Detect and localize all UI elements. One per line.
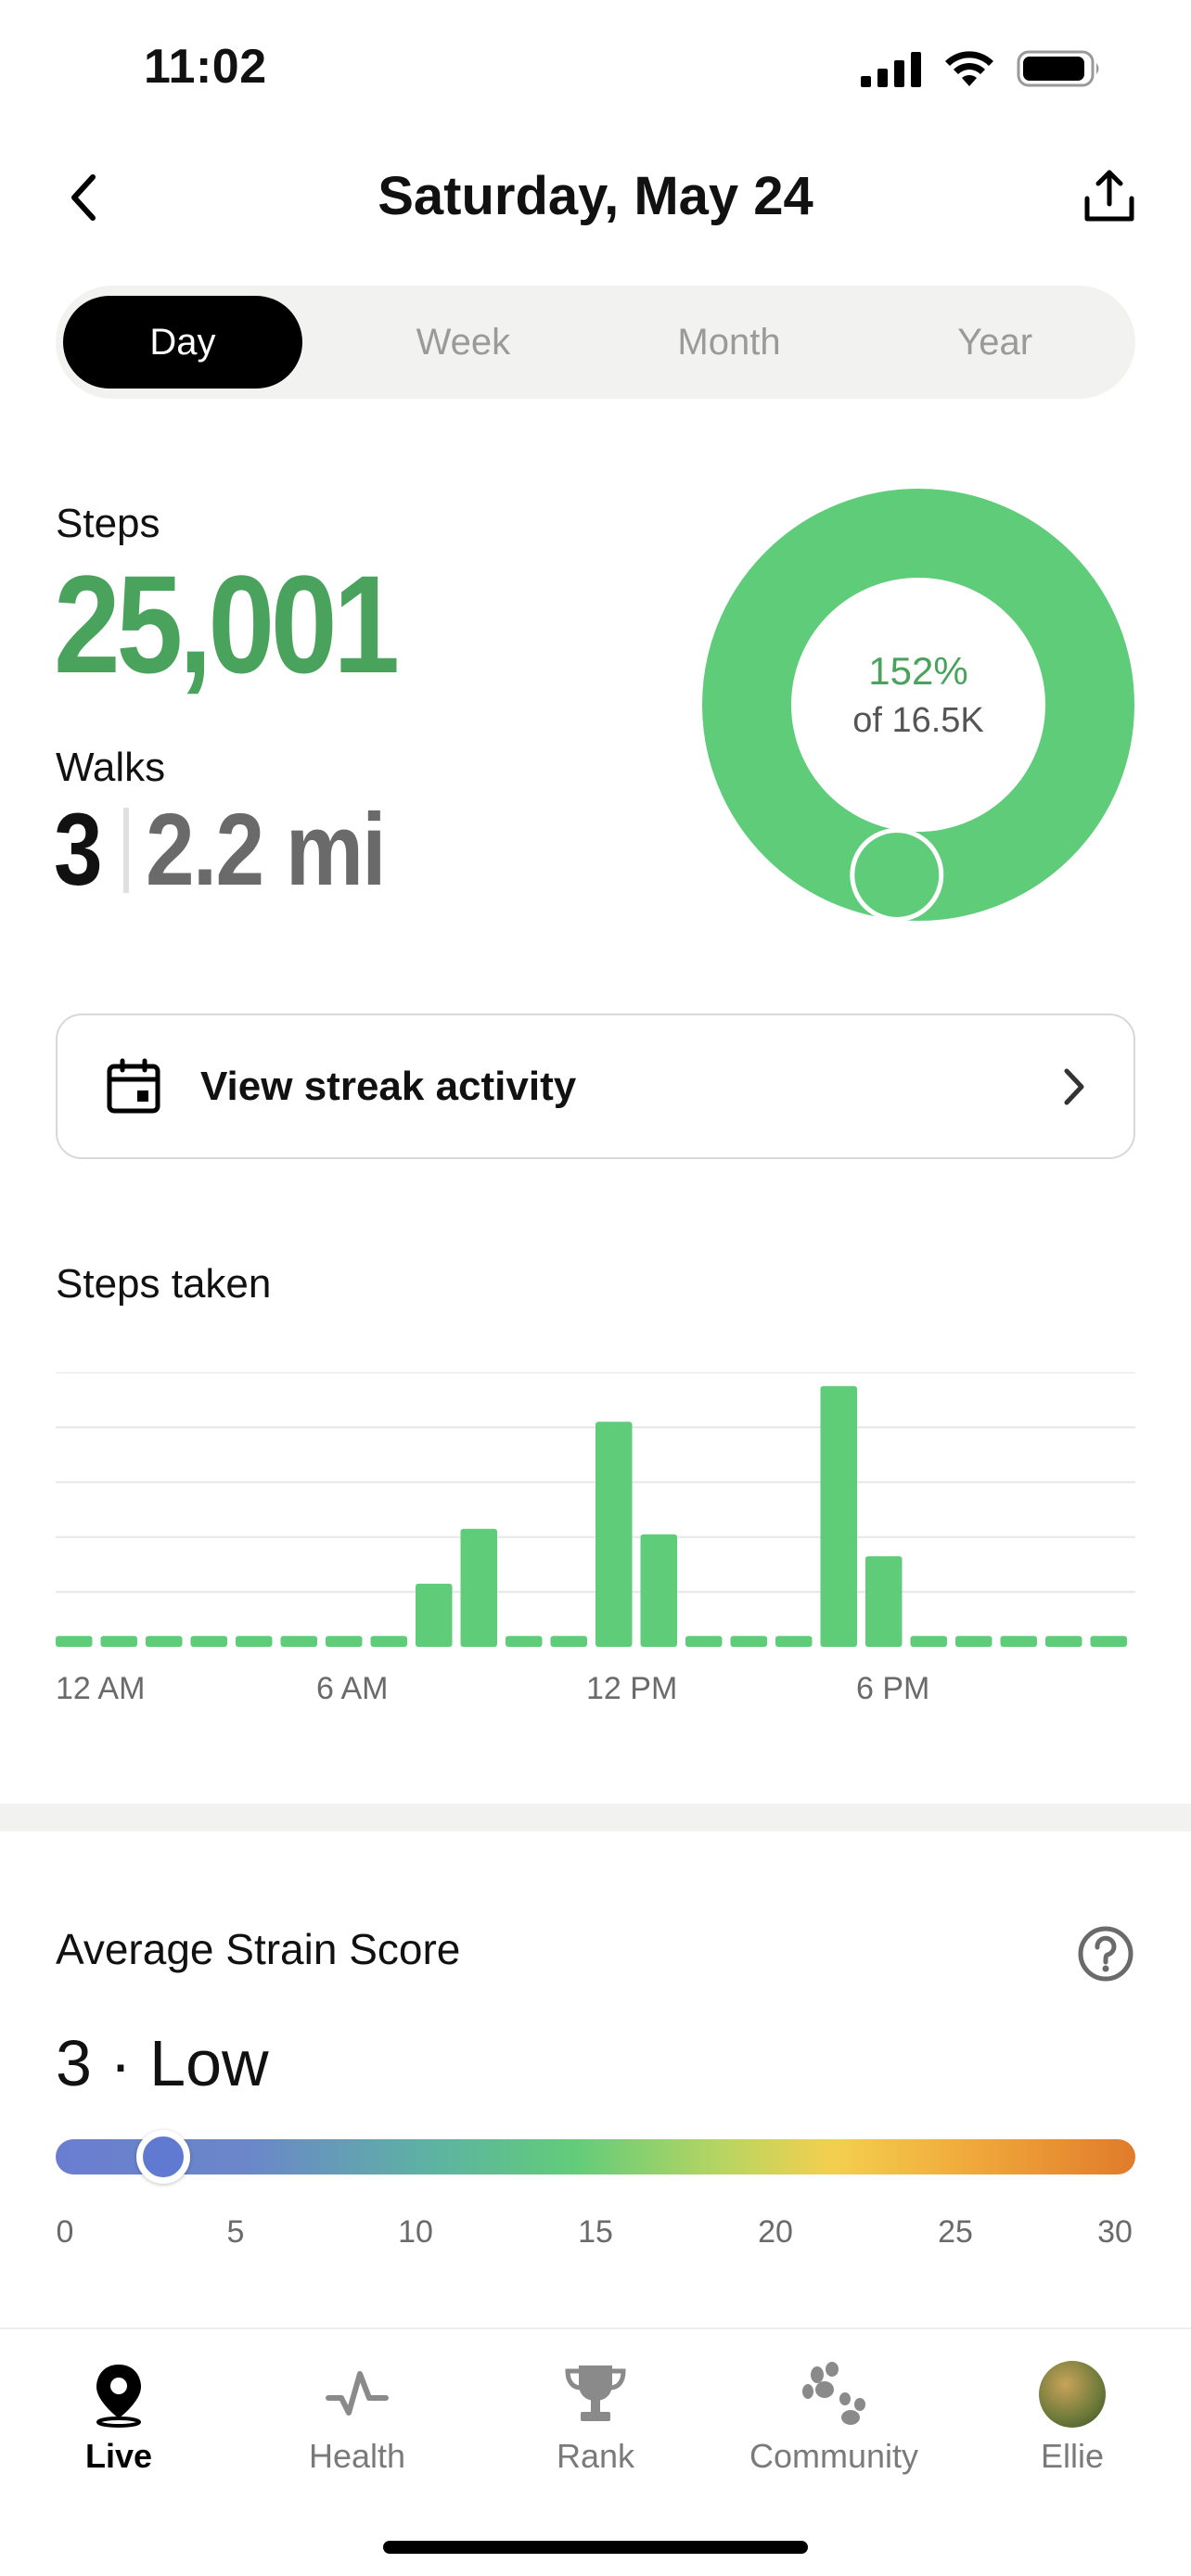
- avatar: [1039, 2361, 1106, 2428]
- status-time: 11:02: [144, 40, 267, 94]
- share-button[interactable]: [1072, 159, 1146, 234]
- period-segmented-control: Day Week Month Year: [56, 286, 1135, 399]
- steps-bar-hour-22: [1045, 1636, 1082, 1647]
- tab-bar: Live Health Rank Community Ellie: [0, 2327, 1191, 2576]
- steps-bar-hour-9: [460, 1528, 497, 1647]
- steps-bar-hour-7: [370, 1636, 407, 1647]
- tab-live[interactable]: Live: [7, 2357, 230, 2476]
- steps-bar-hour-5: [280, 1636, 317, 1647]
- segment-month[interactable]: Month: [596, 296, 863, 389]
- home-indicator: [383, 2541, 808, 2554]
- strain-value: 3 · Low: [56, 2027, 269, 2099]
- section-divider: [0, 1804, 1191, 1831]
- steps-bar-hour-2: [146, 1636, 183, 1647]
- strain-tick-label: 15: [578, 2214, 613, 2250]
- strain-scale-ticks: 0 5 10 15 20 25 30: [56, 2214, 1135, 2261]
- chart-x-tick-label: 12 AM: [56, 1671, 145, 1706]
- goal-target: of 16.5K: [852, 701, 984, 740]
- steps-bar-hour-8: [416, 1583, 453, 1647]
- wifi-icon: [945, 51, 993, 86]
- chart-x-tick-label: 6 PM: [856, 1671, 929, 1706]
- tab-profile[interactable]: Ellie: [961, 2357, 1184, 2476]
- strain-marker: [136, 2130, 191, 2184]
- paw-icon: [802, 2362, 865, 2425]
- strain-tick-label: 25: [938, 2214, 973, 2250]
- segment-year[interactable]: Year: [862, 296, 1128, 389]
- trophy-icon: [565, 2366, 626, 2421]
- steps-bar-hour-10: [506, 1636, 543, 1647]
- share-icon: [1084, 170, 1134, 222]
- steps-bar-hour-11: [550, 1636, 587, 1647]
- walks-distance: 2.2 mi: [146, 793, 387, 907]
- tab-label-community: Community: [749, 2437, 919, 2475]
- chart-x-tick-label: 12 PM: [586, 1671, 677, 1706]
- cellular-signal-icon: [861, 52, 921, 87]
- help-icon[interactable]: [1076, 1924, 1135, 1983]
- tab-label-health: Health: [308, 2437, 406, 2475]
- steps-bar-hour-16: [775, 1636, 813, 1647]
- status-bar: 11:02: [0, 0, 1191, 139]
- segment-day[interactable]: Day: [63, 296, 302, 389]
- steps-bar-hour-20: [955, 1636, 992, 1647]
- steps-bar-hour-18: [865, 1556, 903, 1647]
- walks-summary: 3 2.2 mi: [54, 799, 424, 901]
- location-pin-icon: [96, 2365, 141, 2428]
- tab-label-profile: Ellie: [1040, 2437, 1105, 2475]
- walks-divider: [123, 808, 130, 893]
- tab-label-rank: Rank: [556, 2437, 635, 2475]
- chart-x-tick-label: 6 AM: [316, 1671, 388, 1706]
- strain-tick-label: 5: [226, 2214, 245, 2250]
- strain-tick-label: 10: [398, 2214, 433, 2250]
- goal-percent: 152%: [868, 649, 968, 693]
- walks-count: 3: [54, 793, 103, 907]
- steps-bar-hour-23: [1090, 1636, 1127, 1647]
- steps-bar-hour-17: [820, 1385, 857, 1647]
- strain-tick-label: 0: [56, 2214, 74, 2250]
- goal-ring-end-cap: [850, 828, 944, 922]
- steps-bar-hour-13: [640, 1534, 677, 1647]
- strain-title: Average Strain Score: [56, 1925, 461, 1973]
- segment-week[interactable]: Week: [330, 296, 596, 389]
- chart-title: Steps taken: [56, 1261, 272, 1307]
- steps-bar-hour-21: [1000, 1636, 1037, 1647]
- steps-bar-hour-0: [56, 1636, 93, 1647]
- calendar-icon: [107, 1058, 160, 1113]
- strain-tick-label: 20: [758, 2214, 793, 2250]
- goal-ring-label: 152% of 16.5K: [700, 649, 1136, 741]
- page-title: Saturday, May 24: [378, 166, 813, 226]
- steps-value: 25,001: [54, 546, 400, 702]
- steps-bar-chart: 12 AM 6 AM 12 PM 6 PM: [56, 1372, 1135, 1706]
- steps-bar-hour-4: [236, 1636, 273, 1647]
- tab-community[interactable]: Community: [723, 2357, 945, 2476]
- steps-bar-hour-15: [730, 1636, 767, 1647]
- pulse-icon: [326, 2371, 389, 2416]
- strain-tick-label: 30: [1097, 2214, 1133, 2250]
- walks-label: Walks: [56, 745, 166, 790]
- streak-label: View streak activity: [200, 1063, 577, 1109]
- strain-gradient-scale: [56, 2139, 1135, 2174]
- tab-health[interactable]: Health: [246, 2357, 468, 2476]
- battery-icon: [1017, 50, 1099, 87]
- steps-bar-hour-3: [190, 1636, 227, 1647]
- steps-bar-hour-1: [100, 1636, 137, 1647]
- steps-bar-hour-12: [596, 1422, 633, 1647]
- status-icons: [861, 48, 1102, 89]
- steps-label: Steps: [56, 501, 160, 546]
- view-streak-button[interactable]: View streak activity: [56, 1014, 1135, 1159]
- steps-bar-hour-19: [910, 1636, 947, 1647]
- steps-bar-hour-14: [685, 1636, 723, 1647]
- tab-label-live: Live: [84, 2437, 153, 2475]
- tab-rank[interactable]: Rank: [484, 2357, 707, 2476]
- chevron-right-icon: [1064, 1068, 1084, 1105]
- nav-header: Saturday, May 24: [0, 148, 1191, 250]
- steps-bar-hour-6: [326, 1636, 363, 1647]
